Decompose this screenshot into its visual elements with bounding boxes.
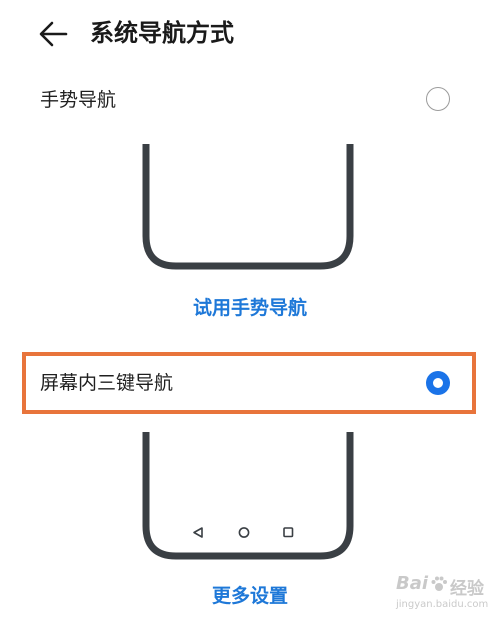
option-gesture-navigation[interactable]: 手势导航 [0, 70, 500, 130]
three-key-phone-illustration [142, 432, 354, 560]
try-gesture-navigation-link[interactable]: 试用手势导航 [0, 294, 500, 322]
watermark-brand-suffix: 经验 [450, 579, 484, 599]
triangle-back-icon [193, 527, 203, 538]
radio-gesture-navigation[interactable] [426, 87, 450, 111]
page-title: 系统导航方式 [90, 19, 234, 47]
gesture-phone-illustration [142, 144, 354, 270]
option-label: 手势导航 [40, 89, 117, 111]
paw-icon [431, 576, 447, 591]
watermark-url: jingyan.baidu.com [396, 599, 489, 610]
back-button[interactable] [34, 14, 74, 54]
arrow-left-icon [39, 21, 68, 47]
baidu-jingyan-watermark: Bai 经验 jingyan.baidu.com [396, 573, 492, 617]
square-recent-icon [283, 527, 294, 538]
circle-home-icon [238, 527, 250, 538]
watermark-brand: Bai [396, 573, 429, 594]
header: 系统导航方式 [0, 0, 500, 70]
highlight-box [22, 352, 476, 414]
